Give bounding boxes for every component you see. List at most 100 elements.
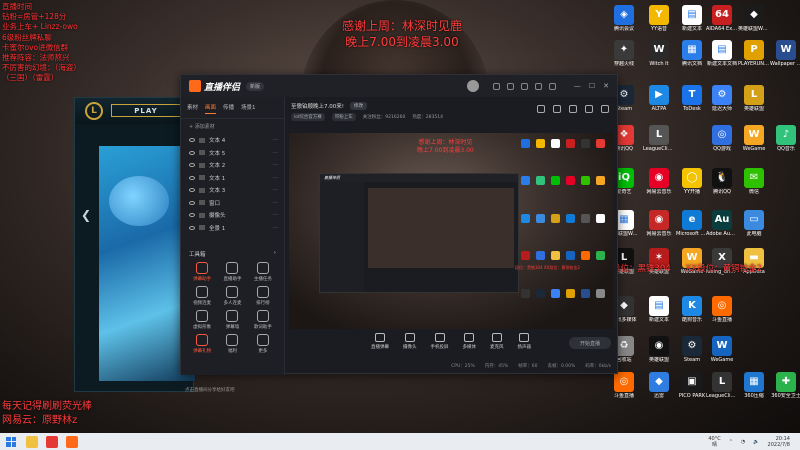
source-item[interactable]: 文本 5 ⋯ [187,147,278,160]
desktop-icon[interactable]: ◆英雄联盟WeGame版 [738,5,770,37]
game-client-window[interactable]: L PLAY ❮ [74,97,195,392]
eye-icon[interactable] [189,200,195,205]
stream-preview[interactable]: 感谢上周：林深时见 晚上7.00到凌晨3.00 直播伴侣 段位：黑铁304 XX… [289,133,613,329]
desktop-icon[interactable]: K 酷狗音乐 [676,296,708,328]
desktop-icon[interactable]: ▤ 新建文本 [643,296,675,328]
file-explorer-icon[interactable] [26,435,38,448]
desktop-icon[interactable]: ⚙ Steam [676,336,708,368]
clock[interactable]: 20:14 2022/7/8 [768,436,790,448]
shirt-icon[interactable] [569,105,577,113]
eye-icon[interactable] [189,188,195,193]
control-button[interactable]: 直播弹幕 [371,333,389,350]
start-live-button[interactable]: 开始直播 [569,337,611,349]
tool-item[interactable]: 虚拟形象 [187,310,217,330]
desktop-icon[interactable]: 64AIDA64 Extreme [706,5,738,37]
network-icon[interactable]: ◔ [741,439,745,445]
eye-icon[interactable] [189,175,195,180]
more-icon[interactable]: ⋯ [273,162,279,168]
desktop-icon[interactable]: ▣ PICO PARK [676,372,708,404]
more-icon[interactable]: ⋯ [273,200,279,206]
desktop-icon[interactable]: ◎ 斗鱼直播 [706,296,738,328]
desktop-icon[interactable]: 🐧 腾讯QQ [706,168,738,200]
more-icon[interactable]: ⋯ [273,150,279,156]
live-companion-taskbar-icon[interactable] [66,435,78,448]
desktop-icon[interactable]: ◉ 网易云音乐 [643,210,675,242]
share-icon[interactable] [585,105,593,113]
tool-item[interactable]: 多人连麦 [217,286,247,306]
tool-item[interactable]: 更多 [248,334,278,354]
tool-item[interactable]: 主播任务 [248,262,278,282]
fullscreen-icon[interactable] [601,105,609,113]
volume-icon[interactable]: 🔈 [753,439,759,445]
desktop-icon[interactable]: W WeGame [706,336,738,368]
desktop-icon[interactable]: ◈ 腾讯会议 [608,5,640,37]
desktop-icon[interactable]: ◉ 网易云音乐 [643,168,675,200]
desktop-icon[interactable]: ◎ QQ游戏 [706,125,738,157]
eye-icon[interactable] [189,150,195,155]
desktop-icon[interactable]: ▶ ALTPA [643,85,675,117]
taskbar-app-icon[interactable] [46,435,58,448]
tab-scene-1[interactable]: 场景1 [241,103,256,114]
desktop-icon[interactable]: ♪ QQ音乐 [770,125,800,157]
desktop-icon[interactable]: W WeGame [738,125,770,157]
more-icon[interactable]: ⋯ [273,225,279,231]
more-icon[interactable]: ⋯ [273,175,279,181]
close-icon[interactable]: ✕ [603,82,609,90]
source-item[interactable]: 文本 2 ⋯ [187,159,278,172]
control-button[interactable]: 手机投屏 [431,333,449,350]
eye-icon[interactable] [189,163,195,168]
share-hint[interactable]: 点击直播间分享给好友吧 [185,387,235,393]
more-icon[interactable]: ⋯ [273,212,279,218]
source-item[interactable]: 全景 1 ⋯ [187,222,278,235]
menu-icon[interactable] [548,82,556,90]
tool-item[interactable]: 弹幕礼物 [187,334,217,354]
source-item[interactable]: 文本 1 ⋯ [187,172,278,185]
desktop-icon[interactable]: WWallpaper Engine [770,40,800,72]
desktop-icon[interactable]: ◆ 迅雷 [643,372,675,404]
desktop-icon[interactable]: ◎ 斗鱼直播 [608,372,640,404]
control-button[interactable]: 摄像头 [403,333,417,350]
tool-item[interactable]: 弹幕墙 [217,310,247,330]
toolbox-more-icon[interactable]: › [274,250,276,258]
desktop-icon[interactable]: PPLAYERUNKNOWN BATTLEGR [738,40,770,72]
desktop-icon[interactable]: ✚ 360安全卫士 [770,372,800,404]
control-button[interactable]: 扬声器 [518,333,531,350]
desktop-icon[interactable]: ▦ 360压缩 [738,372,770,404]
edit-title-button[interactable]: 修改 [349,102,367,110]
category-chip[interactable]: lol综合官方赛 [291,113,325,121]
source-item[interactable]: 文本 4 ⋯ [187,134,278,147]
desktop-icon[interactable]: ▦ 腾讯文档 [676,40,708,72]
tab-screen[interactable]: 画面 [205,103,217,114]
chevron-up-icon[interactable]: ⌃ [729,439,733,445]
tag-chip[interactable]: 带粉上车 [331,113,356,121]
desktop-icon[interactable]: T ToDesk [676,85,708,117]
skin-icon[interactable] [492,82,500,90]
eye-icon[interactable] [189,138,195,143]
maximize-icon[interactable]: ☐ [589,82,595,90]
desktop-icon[interactable]: ✦ 穿越火线 [608,40,640,72]
source-item[interactable]: 文本 3 ⋯ [187,184,278,197]
desktop-icon[interactable]: L LeagueClient [643,125,675,157]
eye-icon[interactable] [189,213,195,218]
windows-start-icon[interactable] [4,435,18,449]
desktop-icon[interactable]: AuAdobe Audition [706,210,738,242]
more-icon[interactable]: ⋯ [273,187,279,193]
gift-icon[interactable] [520,82,528,90]
desktop-icon[interactable]: ⚙ 延迟大师 [706,85,738,117]
tab-broadcast[interactable]: 传播 [223,103,234,114]
weather-widget[interactable]: 40°C 晴 [708,436,720,448]
add-material-button[interactable]: + 添加素材 [181,119,284,134]
eye-icon[interactable] [189,225,195,230]
desktop-icon[interactable]: ◯ YY开播 [676,168,708,200]
minimize-icon[interactable]: — [574,82,581,90]
tool-item[interactable]: 排行榜 [248,286,278,306]
desktop-icon[interactable]: L 英雄联盟 [738,85,770,117]
desktop-icon[interactable]: ◉ 英雄联盟 [643,336,675,368]
desktop-icon[interactable]: ✉ 微信 [738,168,770,200]
tool-item[interactable]: 歌词助手 [248,310,278,330]
more-icon[interactable]: ⋯ [273,137,279,143]
avatar[interactable] [466,80,479,92]
league-logo-icon[interactable]: L [85,102,103,120]
source-item[interactable]: 摄像头 ⋯ [187,209,278,222]
live-companion-window[interactable]: 直播伴侣 新版 — ☐ ✕ 素材 画面 传播 场景1 + 添加素材 文本 4 ⋯ [180,74,618,393]
